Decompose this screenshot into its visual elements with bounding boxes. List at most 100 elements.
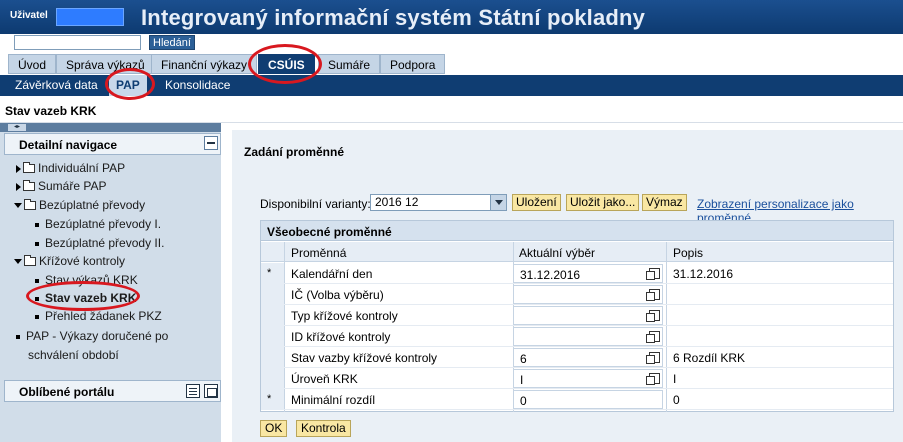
grid-title-bar: Všeobecné proměnné: [261, 221, 893, 241]
variable-name: Stav vazby křížové kontroly: [291, 351, 438, 365]
folder-icon: [24, 255, 36, 267]
nav-item-bezuplatne-prevody-1[interactable]: Bezúplatné převody I.: [35, 217, 161, 231]
row-selector[interactable]: *: [261, 389, 284, 410]
delete-button[interactable]: Výmaz: [642, 194, 687, 211]
bullet-icon: [35, 296, 39, 301]
nav-item-bezuplatne-prevody[interactable]: Bezúplatné převody: [14, 198, 145, 212]
portal-header: Uživatel Integrovaný informační systém S…: [0, 0, 903, 34]
table-row: Stav vazby křížové kontroly 6 6 Rozdíl K…: [261, 347, 893, 368]
tab-financni-vykazy[interactable]: Finanční výkazy: [151, 54, 258, 74]
grid-title: Všeobecné proměnné: [267, 225, 392, 239]
value-input[interactable]: [513, 327, 663, 346]
nav-item-pap-vykazy-dorucene[interactable]: PAP - Výkazy doručené po: [16, 329, 168, 343]
second-level-tabs: Závěrková data PAP Konsolidace: [0, 75, 903, 96]
folder-icon: [23, 162, 35, 174]
table-row: IČ (Volba výběru): [261, 284, 893, 305]
variant-select[interactable]: 2016 12: [370, 194, 507, 211]
nav-item-bezuplatne-prevody-2[interactable]: Bezúplatné převody II.: [35, 236, 164, 250]
value-help-icon[interactable]: [646, 373, 660, 385]
column-header-current: Aktuální výběr: [519, 246, 596, 260]
variable-name: ID křížové kontroly: [291, 330, 391, 344]
search-input[interactable]: [14, 35, 141, 50]
minimize-icon[interactable]: [204, 136, 218, 150]
save-as-button[interactable]: Uložit jako...: [566, 194, 640, 211]
expand-arrow-icon: [16, 182, 21, 191]
detail-nav-header: Detailní navigace: [4, 133, 221, 155]
collapse-arrow-icon: [14, 203, 22, 209]
value-help-icon[interactable]: [646, 331, 660, 343]
expand-arrow-icon: [16, 164, 21, 173]
tab-csuis[interactable]: CSÚIS: [258, 54, 315, 74]
value-help-icon[interactable]: [646, 310, 660, 322]
table-row: * Kalendářní den 31.12.2016 31.12.2016: [261, 263, 893, 284]
chevron-down-icon[interactable]: [490, 195, 506, 210]
nav-item-label: Sumáře PAP: [38, 179, 107, 193]
tab-podpora[interactable]: Podpora: [380, 54, 446, 74]
value-text: 31.12.2016: [520, 268, 581, 282]
row-selector[interactable]: [261, 326, 284, 347]
ok-button[interactable]: OK: [260, 420, 288, 437]
value-help-icon[interactable]: [646, 268, 660, 280]
row-selector[interactable]: [261, 347, 284, 368]
app-title: Integrovaný informační systém Státní pok…: [141, 5, 646, 30]
nav-item-label: Křížové kontroly: [39, 254, 126, 268]
nav-item-stav-vazeb-krk[interactable]: Stav vazeb KRK: [35, 291, 136, 305]
variants-label: Disponibilní varianty:: [260, 197, 371, 211]
value-input[interactable]: 6: [513, 348, 663, 367]
variable-name: Kalendářní den: [291, 267, 373, 281]
nav-item-label: Bezúplatné převody: [39, 198, 146, 212]
value-input[interactable]: [513, 306, 663, 325]
variable-entry-panel: Zadání proměnné Disponibilní varianty: 2…: [232, 130, 903, 442]
nav-item-label: PAP - Výkazy doručené po: [26, 329, 169, 343]
value-input[interactable]: I: [513, 369, 663, 388]
check-button[interactable]: Kontrola: [296, 420, 351, 437]
table-row: ID křížové kontroly: [261, 326, 893, 347]
page-title-bar: Stav vazeb KRK: [0, 96, 903, 123]
nav-item-sumare-pap[interactable]: Sumáře PAP: [16, 179, 106, 193]
nav-item-pap-vykazy-dorucene-line2[interactable]: schválení období: [28, 348, 119, 362]
value-help-icon[interactable]: [646, 352, 660, 364]
tab-zaverkova-data[interactable]: Závěrková data: [8, 75, 105, 96]
nav-item-krizove-kontroly[interactable]: Křížové kontroly: [14, 254, 125, 268]
search-button[interactable]: Hledání: [149, 35, 195, 50]
list-icon[interactable]: [186, 384, 200, 398]
nav-item-label: Individuální PAP: [38, 161, 126, 175]
nav-resize-handle[interactable]: ◂▸: [8, 124, 26, 131]
nav-collapse-bar: ◂▸: [0, 123, 221, 132]
bullet-icon: [35, 314, 39, 319]
row-selector[interactable]: [261, 368, 284, 389]
tab-uvod[interactable]: Úvod: [8, 54, 57, 74]
row-selector[interactable]: [261, 284, 284, 305]
value-input[interactable]: 31.12.2016: [513, 264, 663, 283]
tab-pap[interactable]: PAP: [109, 75, 147, 96]
nav-item-stav-vykazu-krk[interactable]: Stav výkazů KRK: [35, 273, 138, 287]
favorites-panel: [0, 403, 221, 442]
description-text: 31.12.2016: [673, 267, 734, 281]
nav-item-label: Stav výkazů KRK: [45, 273, 138, 287]
row-selector[interactable]: *: [261, 263, 284, 284]
value-text: 6: [520, 352, 527, 366]
value-help-icon[interactable]: [646, 289, 660, 301]
value-input[interactable]: [513, 285, 663, 304]
variable-name: Minimální rozdíl: [291, 393, 376, 407]
value-input[interactable]: 0: [513, 390, 663, 409]
folder-icon: [24, 199, 36, 211]
table-row: Typ křížové kontroly: [261, 305, 893, 326]
tab-sumare[interactable]: Sumáře: [318, 54, 381, 74]
nav-item-prehled-zadanek-pkz[interactable]: Přehled žádanek PKZ: [35, 309, 162, 323]
column-header-variable: Proměnná: [291, 246, 347, 260]
table-row: Úroveň KRK I I: [261, 368, 893, 389]
bullet-icon: [35, 222, 39, 227]
row-selector[interactable]: [261, 305, 284, 326]
window-icon[interactable]: [204, 384, 218, 398]
save-button[interactable]: Uložení: [512, 194, 561, 211]
description-text: I: [673, 372, 677, 386]
favorites-header: Oblíbené portálu: [4, 380, 221, 402]
tab-sprava-vykazu[interactable]: Správa výkazů: [56, 54, 155, 74]
tab-konsolidace[interactable]: Konsolidace: [158, 75, 237, 96]
top-level-tabs: Úvod Správa výkazů Finanční výkazy CSÚIS…: [0, 53, 903, 75]
nav-item-individualni-pap[interactable]: Individuální PAP: [16, 161, 125, 175]
left-navigation: ◂▸ Detailní navigace Individuální PAP Su…: [0, 123, 221, 442]
description-text: 0: [673, 393, 680, 407]
variant-value: 2016 12: [375, 195, 419, 209]
